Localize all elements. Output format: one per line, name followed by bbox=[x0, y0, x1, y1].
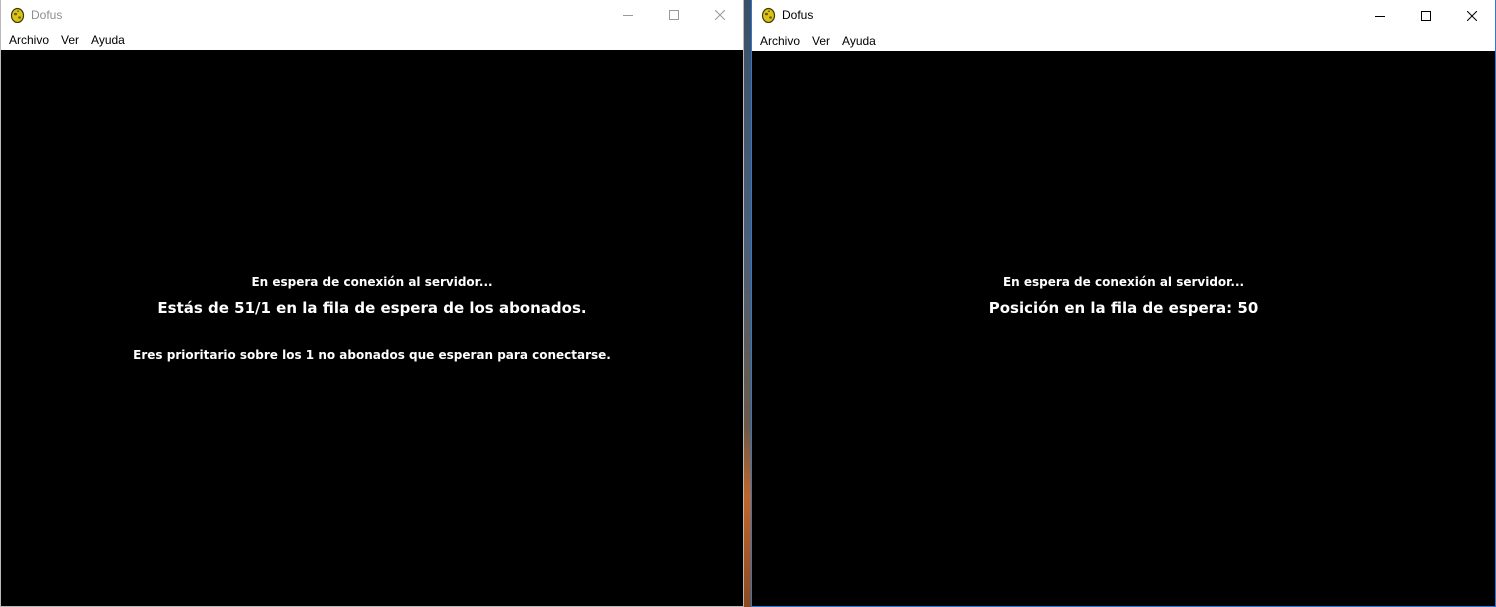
title-bar[interactable]: Dofus bbox=[1, 0, 743, 30]
menu-ver[interactable]: Ver bbox=[55, 31, 85, 49]
minimize-icon bbox=[623, 15, 633, 16]
maximize-button[interactable] bbox=[651, 0, 697, 30]
close-button[interactable] bbox=[697, 0, 743, 30]
maximize-button[interactable] bbox=[1403, 0, 1449, 31]
minimize-button[interactable] bbox=[1357, 0, 1403, 31]
priority-message: Eres prioritario sobre los 1 no abonados… bbox=[133, 348, 611, 362]
title-bar[interactable]: Dofus bbox=[752, 0, 1495, 31]
menu-bar: Archivo Ver Ayuda bbox=[752, 31, 1495, 51]
dofus-window-right[interactable]: Dofus Archivo Ver Ayuda En espera de con… bbox=[751, 0, 1496, 607]
maximize-icon bbox=[669, 10, 679, 20]
menu-ver[interactable]: Ver bbox=[806, 32, 836, 50]
waiting-message: En espera de conexión al servidor... bbox=[1002, 275, 1245, 289]
dofus-egg-icon[interactable] bbox=[10, 7, 25, 24]
queue-position-message: Estás de 51/1 en la fila de espera de lo… bbox=[157, 299, 587, 317]
menu-bar: Archivo Ver Ayuda bbox=[1, 30, 743, 50]
dofus-egg-icon[interactable] bbox=[761, 7, 776, 24]
waiting-message: En espera de conexión al servidor... bbox=[251, 275, 493, 289]
menu-archivo[interactable]: Archivo bbox=[3, 31, 55, 49]
maximize-icon bbox=[1421, 10, 1431, 21]
close-icon bbox=[715, 10, 725, 20]
game-area[interactable]: En espera de conexión al servidor... Pos… bbox=[752, 51, 1495, 606]
window-title: Dofus bbox=[782, 8, 814, 22]
queue-position-message: Posición en la fila de espera: 50 bbox=[988, 299, 1259, 317]
minimize-icon bbox=[1375, 15, 1385, 17]
close-button[interactable] bbox=[1449, 0, 1495, 31]
game-area[interactable]: En espera de conexión al servidor... Est… bbox=[1, 50, 743, 606]
dofus-window-left[interactable]: Dofus Archivo Ver Ayuda En espera de con… bbox=[0, 0, 744, 607]
menu-ayuda[interactable]: Ayuda bbox=[85, 31, 131, 49]
menu-ayuda[interactable]: Ayuda bbox=[836, 32, 882, 50]
minimize-button[interactable] bbox=[605, 0, 651, 30]
window-title: Dofus bbox=[31, 8, 63, 22]
menu-archivo[interactable]: Archivo bbox=[754, 32, 806, 50]
close-icon bbox=[1467, 10, 1477, 21]
